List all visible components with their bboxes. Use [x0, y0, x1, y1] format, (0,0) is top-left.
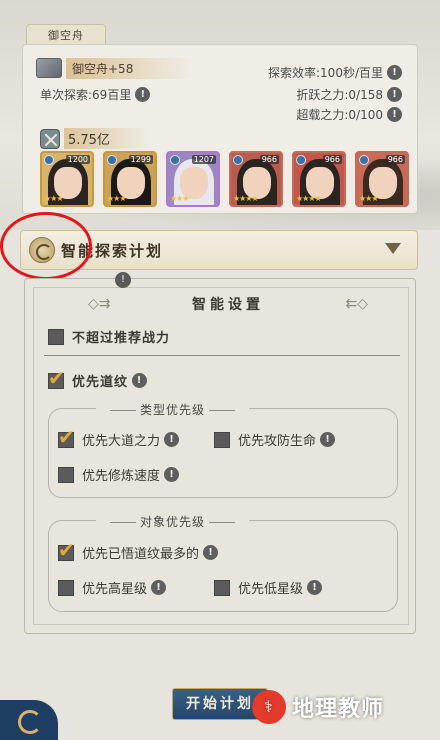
dash-ornament: [110, 522, 136, 523]
hero-card[interactable]: 1299 ★★★: [103, 151, 157, 207]
checkbox-checked[interactable]: [58, 425, 75, 449]
info-icon[interactable]: !: [320, 432, 336, 447]
efficiency-stat: 探索效率:100秒/百里 !: [268, 64, 402, 81]
target-priority-group: [48, 520, 398, 612]
hero-stars: ★★★: [44, 194, 63, 203]
prefer-daowen-option[interactable]: 优先道纹 !: [48, 366, 148, 390]
info-icon[interactable]: !: [135, 87, 151, 102]
watermark-logo-icon: ⚕: [252, 690, 286, 724]
hero-stars: ★★★: [107, 194, 126, 203]
quality-icon: [44, 155, 54, 165]
dash-ornament: [209, 522, 236, 523]
no-exceed-power-label: 不超过推荐战力: [72, 331, 171, 346]
info-icon[interactable]: !: [203, 545, 219, 560]
info-icon[interactable]: !: [307, 580, 323, 595]
info-icon[interactable]: !: [164, 432, 180, 447]
hero-stars: ★★★★: [296, 194, 322, 203]
dash-ornament: [209, 410, 236, 411]
hero-card[interactable]: 966 ★★★: [355, 151, 409, 207]
chevron-down-icon[interactable]: [385, 243, 401, 254]
settings-title: 智能设置: [192, 297, 264, 313]
hero-level: 966: [385, 155, 405, 164]
prefer-most-daowen-label: 优先已悟道纹最多的: [82, 547, 200, 562]
hero-stars: ★★★: [359, 194, 378, 203]
hero-stars: ★★★★: [233, 194, 259, 203]
hero-card[interactable]: 1200 ★★★: [40, 151, 94, 207]
right-ornament-icon: ⇇◇: [345, 296, 369, 312]
prefer-attack-defense-label: 优先攻防生命: [238, 434, 317, 449]
corner-menu-button[interactable]: [0, 700, 58, 740]
dash-ornament: [110, 410, 136, 411]
checkbox[interactable]: [214, 431, 230, 448]
target-priority-title: 对象优先级: [96, 513, 250, 530]
panel-tab-title[interactable]: 御空舟: [26, 24, 106, 46]
quality-icon: [107, 155, 117, 165]
info-icon[interactable]: !: [387, 65, 402, 80]
annotation-circle: [0, 212, 92, 280]
total-power-row: 5.75亿: [40, 128, 150, 149]
prefer-cultivation-option[interactable]: 优先修炼速度 !: [58, 465, 180, 484]
quality-icon: [170, 155, 180, 165]
info-icon[interactable]: !: [387, 107, 402, 122]
checkbox[interactable]: [214, 579, 230, 596]
ship-name-level: 御空舟+58: [66, 57, 194, 79]
divider: [44, 355, 400, 356]
hero-roster: 1200 ★★★ 1299 ★★★ 1207 ★★★ 966 ★★★★ 966 …: [40, 151, 409, 207]
quality-icon: [233, 155, 243, 165]
break-power-stat: 折跃之力:0/158 !: [296, 86, 402, 103]
carry-power-stat: 超载之力:0/100 !: [296, 106, 402, 123]
efficiency-text: 探索效率:100秒/百里: [268, 66, 383, 80]
prefer-low-star-label: 优先低星级: [238, 582, 304, 597]
hero-card[interactable]: 966 ★★★★: [229, 151, 283, 207]
info-icon[interactable]: !: [164, 467, 180, 482]
prefer-low-star-option[interactable]: 优先低星级 !: [214, 578, 323, 597]
info-icon[interactable]: !: [387, 87, 402, 102]
panel-pin-icon[interactable]: !: [115, 272, 131, 288]
prefer-daowen-label: 优先道纹: [72, 375, 129, 390]
left-ornament-icon: ◇⇉: [88, 296, 111, 312]
checkbox[interactable]: [58, 466, 74, 483]
ship-name-row: 御空舟+58: [36, 56, 194, 80]
ship-icon: [36, 58, 62, 78]
hero-card[interactable]: 966 ★★★★: [292, 151, 346, 207]
prefer-dadao-option[interactable]: 优先大道之力 !: [58, 425, 180, 449]
single-explore-text: 单次探索:69百里: [40, 88, 132, 102]
type-priority-group: [48, 408, 398, 498]
hero-card[interactable]: 1207 ★★★: [166, 151, 220, 207]
hero-level: 966: [322, 155, 342, 164]
prefer-high-star-label: 优先高星级: [82, 582, 148, 597]
hero-level: 1207: [191, 155, 216, 164]
carry-power-text: 超载之力:0/100: [296, 108, 383, 122]
hero-stars: ★★★: [170, 194, 189, 203]
prefer-attack-defense-option[interactable]: 优先攻防生命 !: [214, 430, 336, 449]
checkbox-checked[interactable]: [58, 538, 75, 562]
watermark-text: 地理教师: [292, 697, 385, 722]
quality-icon: [296, 155, 306, 165]
prefer-high-star-option[interactable]: 优先高星级 !: [58, 578, 167, 597]
crossed-swords-icon: [40, 128, 60, 149]
info-icon[interactable]: !: [132, 373, 148, 388]
type-priority-title-text: 类型优先级: [140, 403, 206, 417]
checkbox-checked[interactable]: [48, 366, 66, 390]
quality-icon: [359, 155, 369, 165]
target-priority-title-text: 对象优先级: [140, 515, 206, 529]
type-priority-title: 类型优先级: [96, 401, 250, 418]
hero-level: 1299: [128, 155, 153, 164]
prefer-most-daowen-option[interactable]: 优先已悟道纹最多的 !: [58, 538, 219, 562]
checkbox[interactable]: [48, 328, 64, 345]
watermark: ⚕ 地理教师: [252, 690, 384, 724]
prefer-cultivation-label: 优先修炼速度: [82, 469, 161, 484]
hero-level: 966: [259, 155, 279, 164]
break-power-text: 折跃之力:0/158: [296, 88, 383, 102]
prefer-dadao-label: 优先大道之力: [82, 434, 161, 449]
single-explore-stat: 单次探索:69百里 !: [40, 86, 151, 103]
hero-level: 1200: [65, 155, 90, 164]
no-exceed-power-option[interactable]: 不超过推荐战力: [48, 327, 170, 346]
info-icon[interactable]: !: [151, 580, 167, 595]
settings-header: ◇⇉ 智能设置 ⇇◇: [88, 294, 368, 314]
total-power-value: 5.75亿: [64, 128, 150, 149]
checkbox[interactable]: [58, 579, 74, 596]
